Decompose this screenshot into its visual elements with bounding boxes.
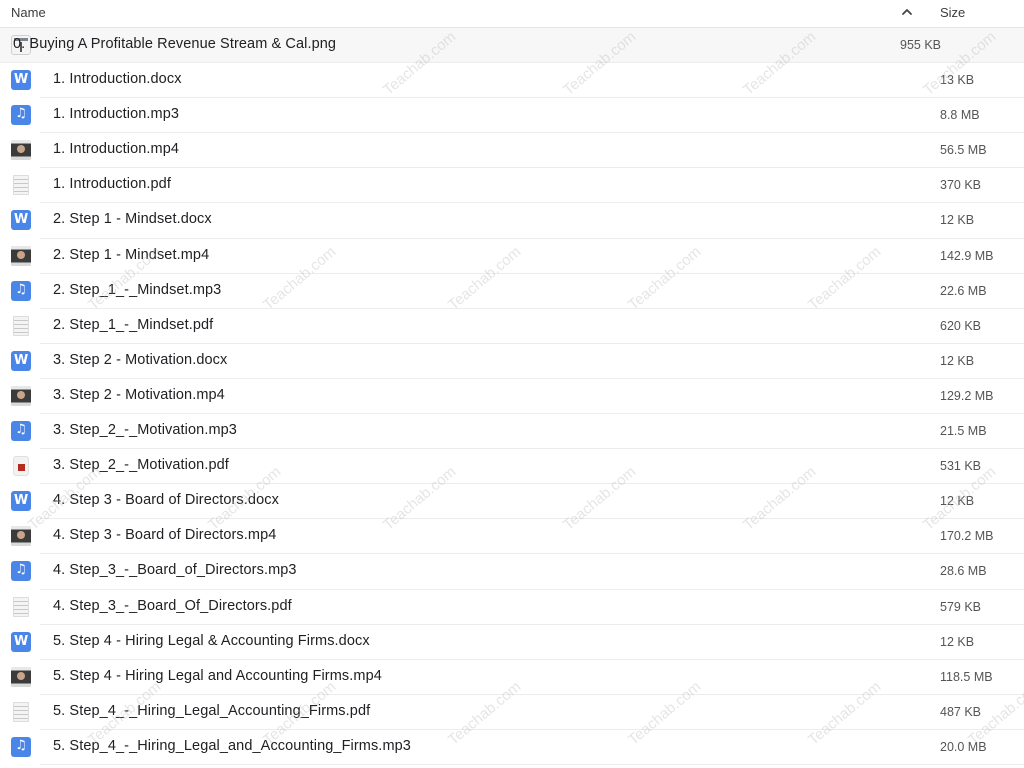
- file-name: 0. Buying A Profitable Revenue Stream & …: [13, 36, 337, 52]
- file-name: 5. Step 4 - Hiring Legal & Accounting Fi…: [53, 632, 370, 649]
- file-size: 21.5 MB: [940, 424, 987, 439]
- file-size: 579 KB: [940, 599, 982, 614]
- file-row[interactable]: 1. Introduction.docx 13 KB: [11, 63, 1024, 99]
- file-row[interactable]: 1. Introduction.pdf 370 KB: [13, 168, 1024, 204]
- audio-file-icon: [11, 105, 31, 126]
- file-name: 1. Introduction.mp4: [53, 141, 180, 158]
- file-size: 370 KB: [940, 178, 982, 193]
- file-size: 22.6 MB: [940, 283, 987, 298]
- file-row[interactable]: 4. Step 3 - Board of Directors.mp4 170.2 …: [11, 519, 1024, 555]
- file-size: 531 KB: [940, 459, 982, 474]
- file-row[interactable]: 3. Step_2_-_Motivation.pdf 531 KB: [13, 449, 1024, 485]
- file-size: 28.6 MB: [940, 564, 987, 579]
- file-list: 0. Buying A Profitable Revenue Stream & …: [0, 28, 1024, 765]
- file-row[interactable]: 5. Step 4 - Hiring Legal & Accounting Fi…: [11, 625, 1024, 660]
- file-row[interactable]: 4. Step_3_-_Board_Of_Directors.pdf 579 KB: [13, 590, 1024, 625]
- file-row[interactable]: 3. Step 2 - Motivation.mp4 129.2 MB: [11, 379, 1024, 415]
- file-name: 2. Step_1_-_Mindset.pdf: [53, 316, 214, 333]
- file-size: 8.8 MB: [940, 108, 980, 123]
- file-size: 955 KB: [900, 38, 942, 52]
- pdf-file-icon: [13, 701, 29, 722]
- chevron-up-icon[interactable]: [900, 5, 914, 19]
- file-name: 3. Step 2 - Motivation.mp4: [53, 386, 225, 403]
- file-row[interactable]: 5. Step_4_-_Hiring_Legal_Accounting_Firm…: [13, 695, 1024, 730]
- file-name: 4. Step_3_-_Board_of_Directors.mp3: [53, 562, 297, 579]
- file-name: 5. Step_4_-_Hiring_Legal_and_Accounting_…: [53, 737, 411, 754]
- file-name: 2. Step_1_-_Mindset.mp3: [53, 281, 222, 298]
- file-size: 170.2 MB: [940, 529, 994, 544]
- file-row[interactable]: 2. Step_1_-_Mindset.pdf 620 KB: [13, 309, 1024, 344]
- audio-file-icon: [11, 561, 31, 582]
- video-thumbnail-icon: [11, 526, 31, 547]
- video-thumbnail-icon: [11, 140, 31, 161]
- file-name: 1. Introduction.mp3: [53, 106, 180, 123]
- file-size: 12 KB: [940, 634, 975, 649]
- file-name: 2. Step 1 - Mindset.docx: [53, 211, 212, 228]
- file-row[interactable]: 1. Introduction.mp3 8.8 MB: [11, 98, 1024, 134]
- file-name: 3. Step 2 - Motivation.docx: [53, 351, 228, 368]
- word-doc-icon: [11, 70, 31, 91]
- word-doc-icon: [11, 491, 31, 512]
- file-name: 1. Introduction.pdf: [53, 176, 171, 193]
- column-header-name[interactable]: Name: [11, 5, 46, 20]
- audio-file-icon: [11, 280, 31, 301]
- file-size: 487 KB: [940, 704, 982, 719]
- word-doc-icon: [11, 350, 31, 371]
- file-row[interactable]: 0. Buying A Profitable Revenue Stream & …: [0, 28, 1024, 64]
- file-name: 2. Step 1 - Mindset.mp4: [53, 246, 210, 263]
- file-name: 4. Step_3_-_Board_Of_Directors.pdf: [53, 597, 292, 614]
- word-doc-icon: [11, 631, 31, 652]
- word-doc-icon: [11, 210, 31, 231]
- file-size: 12 KB: [940, 494, 975, 509]
- file-size: 20.0 MB: [940, 739, 987, 754]
- file-row[interactable]: 5. Step 4 - Hiring Legal and Accounting …: [11, 660, 1024, 695]
- file-name: 5. Step_4_-_Hiring_Legal_Accounting_Firm…: [53, 702, 371, 719]
- audio-file-icon: [11, 421, 31, 442]
- file-row[interactable]: 2. Step_1_-_Mindset.mp3 22.6 MB: [11, 274, 1024, 309]
- file-row[interactable]: 4. Step_3_-_Board_of_Directors.mp3 28.6 M…: [11, 554, 1024, 590]
- list-header: Name Size: [0, 0, 1024, 28]
- file-row[interactable]: 3. Step 2 - Motivation.docx 12 KB: [11, 344, 1024, 379]
- file-size: 56.5 MB: [940, 143, 987, 158]
- pdf-file-icon: [13, 596, 29, 617]
- pdf-file-icon: [13, 315, 29, 336]
- file-row[interactable]: 4. Step 3 - Board of Directors.docx 12 KB: [11, 484, 1024, 520]
- file-row[interactable]: 5. Step_4_-_Hiring_Legal_and_Accounting_…: [11, 730, 1024, 765]
- file-size: 12 KB: [940, 213, 975, 228]
- file-size: 129.2 MB: [940, 388, 994, 403]
- file-name: 5. Step 4 - Hiring Legal and Accounting …: [53, 667, 382, 684]
- column-header-size[interactable]: Size: [940, 5, 965, 20]
- file-size: 12 KB: [940, 353, 975, 368]
- file-name: 3. Step_2_-_Motivation.mp3: [53, 422, 237, 439]
- file-size: 142.9 MB: [940, 248, 994, 263]
- file-name: 4. Step 3 - Board of Directors.mp4: [53, 527, 277, 544]
- file-row[interactable]: 2. Step 1 - Mindset.docx 12 KB: [11, 203, 1024, 239]
- file-size: 620 KB: [940, 318, 982, 333]
- file-size: 118.5 MB: [940, 669, 993, 684]
- file-name: 1. Introduction.docx: [53, 71, 182, 88]
- file-row[interactable]: 3. Step_2_-_Motivation.mp3 21.5 MB: [11, 414, 1024, 450]
- video-thumbnail-icon: [11, 666, 31, 687]
- audio-file-icon: [11, 736, 31, 757]
- pdf-file-icon: [13, 175, 29, 196]
- file-name: 4. Step 3 - Board of Directors.docx: [53, 492, 279, 509]
- pdf-file-icon: [13, 456, 29, 477]
- file-size: 13 KB: [940, 73, 975, 88]
- file-name: 3. Step_2_-_Motivation.pdf: [53, 457, 229, 474]
- video-thumbnail-icon: [11, 245, 31, 266]
- file-row[interactable]: 1. Introduction.mp4 56.5 MB: [11, 133, 1024, 169]
- video-thumbnail-icon: [11, 385, 31, 406]
- file-row[interactable]: 2. Step 1 - Mindset.mp4 142.9 MB: [11, 239, 1024, 274]
